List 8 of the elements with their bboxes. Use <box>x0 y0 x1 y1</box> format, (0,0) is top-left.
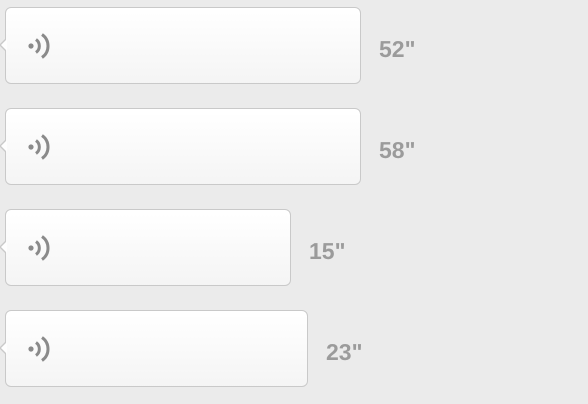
voice-icon <box>28 234 50 262</box>
duration-label: 58" <box>379 136 416 166</box>
duration-label: 52" <box>379 35 416 64</box>
duration-label: 15" <box>309 237 346 266</box>
voice-icon <box>28 32 50 60</box>
duration-label: 23" <box>326 338 362 368</box>
voice-icon <box>28 334 50 362</box>
voice-icon <box>28 132 50 160</box>
